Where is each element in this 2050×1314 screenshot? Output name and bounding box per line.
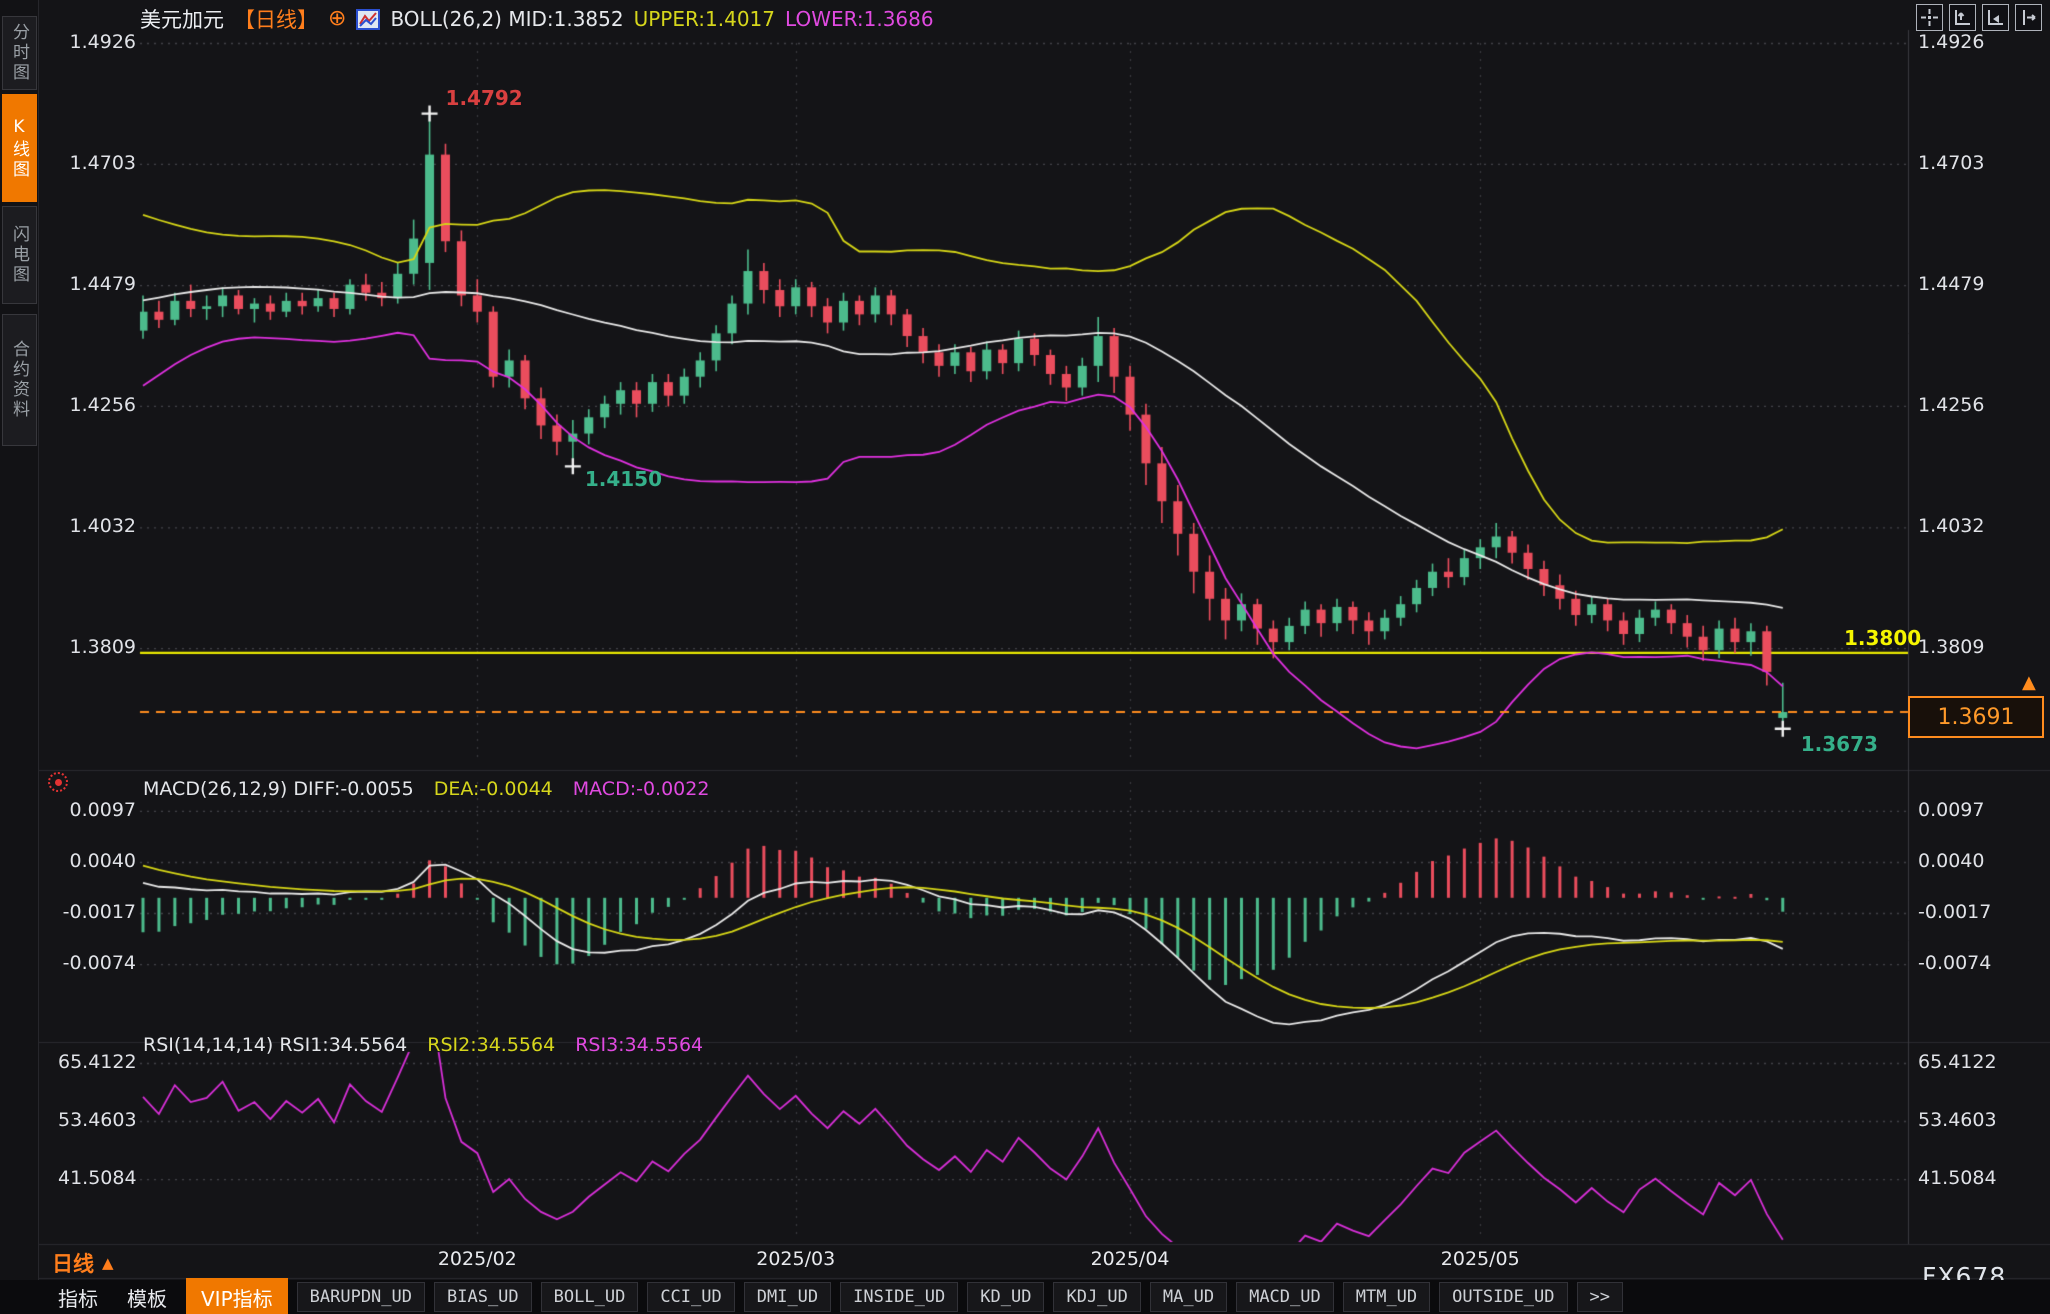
bottom-tab-boll-ud[interactable]: BOLL_UD [541, 1282, 639, 1312]
chart-toolbar [1916, 4, 2042, 31]
rsi-axis-label-left: 53.4603 [58, 1109, 136, 1131]
period-badge[interactable]: 【日线】 [234, 4, 318, 34]
bottom-tab-bias-ud[interactable]: BIAS_UD [434, 1282, 532, 1312]
period-selector-label: 日线 [52, 1248, 94, 1278]
rsi3-readout: RSI3:34.5564 [575, 1034, 703, 1056]
x-axis-date-label: 2025/05 [1415, 1248, 1545, 1270]
macd-axis-label-left: -0.0074 [58, 952, 136, 974]
macd-axis-label-right: 0.0097 [1918, 799, 1996, 821]
price-axis-label-left: 1.4926 [58, 31, 136, 53]
rsi-axis-label-left: 41.5084 [58, 1167, 136, 1189]
x-axis-date-label: 2025/04 [1065, 1248, 1195, 1270]
macd-axis-label-left: 0.0040 [58, 850, 136, 872]
boll-readout: BOLL(26,2) MID:1.3852 [390, 7, 623, 31]
bottom-tab-inside-ud[interactable]: INSIDE_UD [840, 1282, 958, 1312]
price-axis-label-right: 1.4479 [1918, 273, 1996, 295]
axis-play-icon[interactable] [1982, 4, 2009, 31]
bottom-tab-vip-indicators[interactable]: VIP指标 [186, 1278, 288, 1314]
bottom-tab-macd-ud[interactable]: MACD_UD [1236, 1282, 1334, 1312]
boll-lower-readout: LOWER:1.3686 [785, 7, 934, 31]
last-low-price-label: 1.3673 [1801, 732, 1878, 756]
sidebar-tab-contract-info[interactable]: 合约资料 [2, 314, 37, 446]
bottom-tab--[interactable]: >> [1577, 1282, 1623, 1312]
current-price-box: 1.3691 [1908, 696, 2044, 738]
macd-diff-readout: MACD(26,12,9) DIFF:-0.0055 [143, 778, 414, 800]
mini-chart-icon[interactable] [356, 9, 380, 30]
sidebar-tab-candle-chart[interactable]: K线图 [2, 94, 37, 202]
left-sidebar: 分时图 K线图 闪电图 合约资料 [0, 0, 39, 1280]
bottom-tab-kd-ud[interactable]: KD_UD [967, 1282, 1044, 1312]
rsi-axis-label-right: 65.4122 [1918, 1051, 1996, 1073]
rsi-axis-label-right: 41.5084 [1918, 1167, 1996, 1189]
bottom-tab-bar: 指标模板 VIP指标 BARUPDN_UD BIAS_UD BOLL_UD CCI_UD D… [0, 1280, 2050, 1314]
pane-expand-icon[interactable] [2015, 4, 2042, 31]
rsi-axis-label-right: 53.4603 [1918, 1109, 1996, 1131]
axis-zoom-in-icon[interactable] [1949, 4, 1976, 31]
price-axis-label-left: 1.4256 [58, 394, 136, 416]
macd-axis-label-right: 0.0040 [1918, 850, 1996, 872]
bottom-tab-kdj-ud[interactable]: KDJ_UD [1053, 1282, 1140, 1312]
bottom-tab-mtm-ud[interactable]: MTM_UD [1343, 1282, 1430, 1312]
sidebar-tab-flash-chart[interactable]: 闪电图 [2, 206, 37, 304]
price-axis-label-right: 1.4032 [1918, 515, 1996, 537]
bottom-tab-outside-ud[interactable]: OUTSIDE_UD [1439, 1282, 1567, 1312]
sidebar-tab-time-chart[interactable]: 分时图 [2, 16, 37, 90]
bottom-tab-barupdn-ud[interactable]: BARUPDN_UD [297, 1282, 425, 1312]
macd-readout: MACD:-0.0022 [573, 778, 710, 800]
symbol-title: 美元加元 [140, 4, 224, 34]
period-selector[interactable]: 日线 ▲ [52, 1248, 114, 1278]
rsi1-readout: RSI(14,14,14) RSI1:34.5564 [143, 1034, 407, 1056]
high-price-label: 1.4792 [446, 86, 523, 110]
macd-header: MACD(26,12,9) DIFF:-0.0055 DEA:-0.0044 M… [143, 778, 709, 800]
price-axis-label-right: 1.3809 [1918, 636, 1996, 658]
alert-sun-icon[interactable] [48, 772, 68, 792]
bottom-tab-ma-ud[interactable]: MA_UD [1150, 1282, 1227, 1312]
macd-axis-label-right: -0.0074 [1918, 952, 1996, 974]
x-axis-date-label: 2025/03 [731, 1248, 861, 1270]
macd-dea-readout: DEA:-0.0044 [434, 778, 553, 800]
add-indicator-icon[interactable]: ⊕ [328, 9, 346, 29]
rsi-header: RSI(14,14,14) RSI1:34.5564 RSI2:34.5564 … [143, 1034, 703, 1056]
period-dropdown-arrow-icon: ▲ [102, 1254, 114, 1272]
bottom-tab-dmi-ud[interactable]: DMI_UD [744, 1282, 831, 1312]
macd-axis-label-right: -0.0017 [1918, 901, 1996, 923]
price-axis-label-left: 1.3809 [58, 636, 136, 658]
macd-axis-label-left: 0.0097 [58, 799, 136, 821]
bottom-tab-cci-ud[interactable]: CCI_UD [647, 1282, 734, 1312]
low-price-label: 1.4150 [585, 467, 662, 491]
price-axis-label-right: 1.4256 [1918, 394, 1996, 416]
price-up-arrow-icon: ▲ [2022, 674, 2036, 692]
rsi2-readout: RSI2:34.5564 [427, 1034, 555, 1056]
macd-axis-label-left: -0.0017 [58, 901, 136, 923]
bottom-tab-指标[interactable]: 指标 [48, 1281, 108, 1314]
chart-canvas[interactable] [0, 0, 2050, 1314]
price-axis-label-left: 1.4703 [58, 152, 136, 174]
price-axis-label-left: 1.4032 [58, 515, 136, 537]
bottom-tab-模板[interactable]: 模板 [117, 1281, 177, 1314]
price-axis-label-left: 1.4479 [58, 273, 136, 295]
price-axis-label-right: 1.4926 [1918, 31, 1996, 53]
price-axis-label-right: 1.4703 [1918, 152, 1996, 174]
chart-header: 美元加元 【日线】 ⊕ BOLL(26,2) MID:1.3852 UPPER:… [140, 4, 934, 34]
crosshair-icon[interactable] [1916, 4, 1943, 31]
x-axis-date-label: 2025/02 [412, 1248, 542, 1270]
rsi-axis-label-left: 65.4122 [58, 1051, 136, 1073]
boll-upper-readout: UPPER:1.4017 [634, 7, 775, 31]
trading-app-window: 分时图 K线图 闪电图 合约资料 美元加元 【日线】 ⊕ BOLL(26,2) … [0, 0, 2050, 1314]
hline-price-label: 1.3800 [1844, 626, 1921, 650]
